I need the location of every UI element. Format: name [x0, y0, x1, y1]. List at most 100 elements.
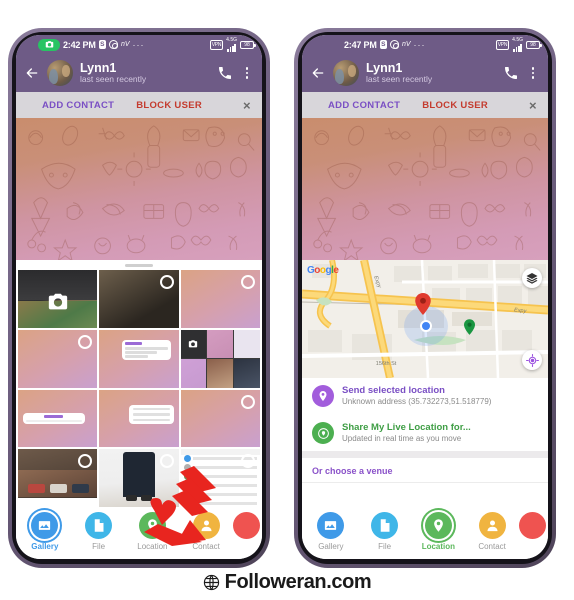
- avatar[interactable]: [47, 60, 73, 86]
- selection-circle-icon[interactable]: [159, 275, 174, 289]
- screenshot-canvas: 2:42 PM S nV ··· VPN 4.5G 98 Lynn1 last …: [0, 0, 574, 600]
- chat-header: Lynn1 last seen recently: [302, 54, 548, 92]
- add-contact-button[interactable]: ADD CONTACT: [24, 100, 114, 111]
- venue-section-header: Or choose a venue: [302, 458, 548, 484]
- battery-icon: 98: [526, 40, 542, 49]
- doodle-pattern-icon: [27, 125, 255, 260]
- google-logo: Google: [307, 265, 339, 276]
- nav-item-location[interactable]: Location: [126, 511, 180, 551]
- gallery-item[interactable]: [18, 389, 98, 448]
- gallery-item[interactable]: [18, 329, 98, 388]
- selection-circle-icon[interactable]: [78, 334, 93, 349]
- nav-item-contact[interactable]: Contact: [465, 511, 519, 551]
- nav-item-partial[interactable]: [233, 512, 260, 539]
- chat-wallpaper: [16, 118, 262, 260]
- gallery-item[interactable]: [180, 389, 260, 448]
- nav-item-file[interactable]: File: [72, 511, 126, 551]
- nav-label: Location: [137, 541, 168, 551]
- signal-icon: [227, 43, 236, 52]
- file-icon: [85, 511, 113, 539]
- nav-label: Gallery: [31, 541, 59, 551]
- nav-item-contact[interactable]: Contact: [179, 511, 233, 551]
- gallery-item[interactable]: [180, 270, 260, 328]
- my-location-icon[interactable]: [522, 350, 542, 370]
- nav-item-gallery[interactable]: Gallery: [304, 511, 358, 551]
- back-arrow-icon[interactable]: [24, 65, 40, 81]
- red-pin-icon[interactable]: [415, 293, 431, 316]
- nav-label: File: [92, 541, 106, 551]
- signal-icon: [513, 43, 522, 52]
- selection-circle-icon[interactable]: [78, 454, 93, 469]
- gallery-item[interactable]: [180, 329, 260, 388]
- nav-label: Gallery: [318, 541, 344, 551]
- nav-item-file[interactable]: File: [358, 511, 412, 551]
- send-selected-location-option[interactable]: Send selected location Unknown address (…: [302, 378, 548, 415]
- chat-subtitle: last seen recently: [80, 74, 147, 85]
- phone-icon[interactable]: [503, 65, 519, 81]
- gallery-item[interactable]: [180, 449, 260, 507]
- sheet-grabber[interactable]: [16, 260, 262, 270]
- selection-circle-icon[interactable]: [241, 275, 255, 289]
- selection-circle-icon[interactable]: [241, 394, 255, 409]
- nav-item-location[interactable]: Location: [412, 511, 466, 551]
- kebab-menu-icon[interactable]: [240, 66, 254, 80]
- gallery-item[interactable]: [99, 389, 179, 448]
- close-icon[interactable]: ×: [526, 98, 540, 113]
- gallery-item[interactable]: [99, 270, 179, 328]
- battery-icon: 98: [240, 40, 256, 49]
- live-location-icon: [312, 422, 334, 445]
- chat-subtitle: last seen recently: [366, 74, 433, 85]
- camera-icon: [48, 293, 67, 310]
- chat-title-block[interactable]: Lynn1 last seen recently: [80, 61, 210, 85]
- add-contact-button[interactable]: ADD CONTACT: [310, 100, 400, 111]
- map-canvas: [302, 260, 548, 378]
- green-pin-icon[interactable]: [464, 319, 476, 335]
- option-subtitle: Updated in real time as you move: [342, 434, 462, 444]
- skype-icon: S: [379, 40, 387, 49]
- footer-watermark: Followeran.com: [0, 571, 574, 594]
- phone-icon[interactable]: [217, 65, 233, 81]
- selection-circle-icon[interactable]: [159, 454, 174, 469]
- gallery-grid[interactable]: [16, 270, 262, 507]
- page-title: Lynn1: [366, 60, 403, 75]
- vpn-icon: VPN: [209, 39, 224, 50]
- chat-wallpaper: [302, 118, 548, 260]
- chat-header: Lynn1 last seen recently: [16, 54, 262, 92]
- chat-title-block[interactable]: Lynn1 last seen recently: [366, 61, 496, 85]
- gallery-item[interactable]: [99, 449, 179, 507]
- back-arrow-icon[interactable]: [310, 65, 326, 81]
- phone-screen-left: 2:42 PM S nV ··· VPN 4.5G 98 Lynn1 last …: [16, 35, 262, 559]
- skype-icon: S: [98, 40, 106, 49]
- close-icon[interactable]: ×: [240, 98, 254, 113]
- nav-item-partial[interactable]: [519, 512, 546, 539]
- kebab-menu-icon[interactable]: [526, 66, 540, 80]
- option-title: Send selected location: [342, 385, 445, 396]
- whatsapp-icon: [108, 40, 118, 49]
- attachment-sheet-gallery: [16, 260, 262, 507]
- camera-icon: [38, 38, 60, 51]
- status-bar: 2:47 PM S nV ··· VPN 4.5G 98: [302, 35, 548, 54]
- nav-item-gallery[interactable]: Gallery: [18, 511, 72, 551]
- block-user-button[interactable]: BLOCK USER: [114, 100, 240, 111]
- gallery-item[interactable]: [99, 329, 179, 388]
- layers-icon[interactable]: [522, 268, 542, 288]
- share-live-location-option[interactable]: Share My Live Location for... Updated in…: [302, 415, 548, 452]
- nv-icon: nV: [401, 41, 411, 48]
- page-title: Lynn1: [80, 60, 117, 75]
- section-divider: [302, 451, 548, 459]
- gallery-item[interactable]: [18, 270, 98, 328]
- image-icon: [31, 511, 59, 539]
- avatar[interactable]: [333, 60, 359, 86]
- brand-name: Followeran.com: [224, 571, 372, 593]
- nav-label: Contact: [192, 541, 220, 551]
- nav-label: File: [378, 541, 392, 551]
- status-bar: 2:42 PM S nV ··· VPN 4.5G 98: [16, 35, 262, 54]
- map-view[interactable]: Google Expy Expy 156th St: [302, 260, 548, 378]
- contact-action-bar: ADD CONTACT BLOCK USER ×: [16, 92, 262, 118]
- location-options-list: Send selected location Unknown address (…: [302, 378, 548, 507]
- option-title: Share My Live Location for...: [342, 421, 471, 433]
- option-subtitle: Unknown address (35.732273,51.518779): [342, 397, 492, 407]
- attachment-nav-bar: Gallery File Location Contact: [16, 507, 262, 559]
- block-user-button[interactable]: BLOCK USER: [400, 100, 526, 111]
- gallery-item[interactable]: [18, 449, 98, 507]
